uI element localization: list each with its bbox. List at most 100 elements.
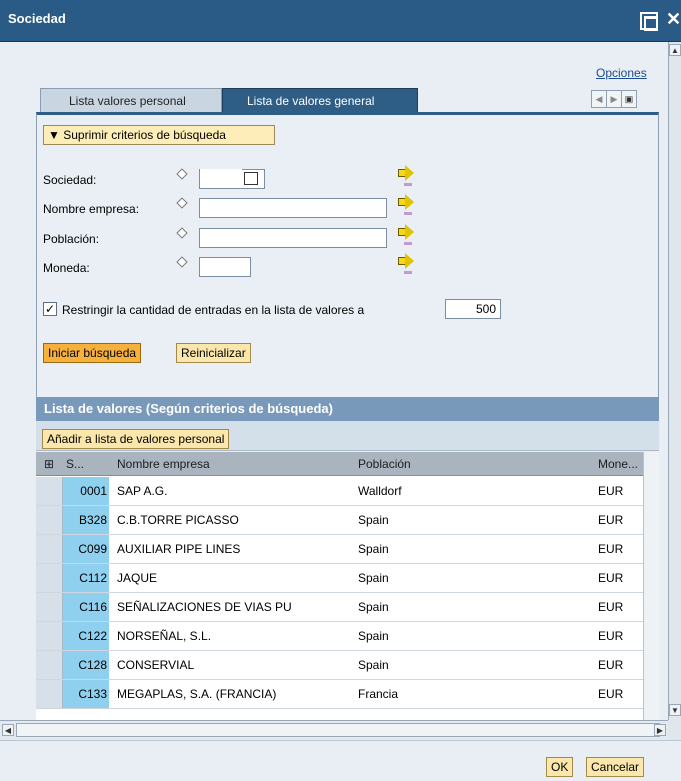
horizontal-scrollbar[interactable]: ◀ ▶ xyxy=(0,720,668,740)
currency-input[interactable] xyxy=(199,257,251,277)
field-label-company-name: Nombre empresa: xyxy=(43,202,140,216)
cell-currency[interactable]: EUR xyxy=(598,477,623,505)
cancel-button[interactable]: Cancelar xyxy=(586,757,645,777)
optional-diamond-icon xyxy=(176,168,188,180)
cell-city[interactable]: Spain xyxy=(358,622,389,650)
tab-personal-list[interactable]: Lista valores personal xyxy=(40,88,222,112)
cell-company-name[interactable]: NORSEÑAL, S.L. xyxy=(117,622,211,650)
f4-help-icon[interactable] xyxy=(244,172,258,185)
multiple-selection-arrow-icon[interactable] xyxy=(396,252,414,274)
column-header-company-name[interactable]: Nombre empresa xyxy=(117,452,210,476)
optional-diamond-icon xyxy=(176,197,188,209)
table-vertical-scrollbar[interactable] xyxy=(643,452,659,720)
results-header: Lista de valores (Según criterios de bús… xyxy=(36,397,659,421)
row-selector[interactable] xyxy=(36,477,63,505)
cell-company-name[interactable]: SEÑALIZACIONES DE VIAS PU xyxy=(117,593,292,621)
column-header-currency[interactable]: Mone... xyxy=(598,452,638,476)
cell-company-name[interactable]: MEGAPLAS, S.A. (FRANCIA) xyxy=(117,680,276,708)
cell-city[interactable]: Walldorf xyxy=(358,477,402,505)
scroll-up-icon[interactable]: ▲ xyxy=(669,44,681,56)
cell-code[interactable]: 0001 xyxy=(63,477,109,505)
table-row[interactable]: 0001 SAP A.G. Walldorf EUR xyxy=(36,477,659,506)
row-selector[interactable] xyxy=(36,506,63,534)
max-entries-input[interactable] xyxy=(445,299,501,319)
cell-city[interactable]: Spain xyxy=(358,651,389,679)
row-selector[interactable] xyxy=(36,593,63,621)
cell-code[interactable]: C099 xyxy=(63,535,109,563)
reset-button[interactable]: Reinicializar xyxy=(176,343,251,363)
cell-code[interactable]: B328 xyxy=(63,506,109,534)
tab-next-icon[interactable]: ▶ xyxy=(606,90,622,108)
scroll-down-icon[interactable]: ▼ xyxy=(669,704,681,716)
table-row[interactable]: C116 SEÑALIZACIONES DE VIAS PU Spain EUR xyxy=(36,593,659,622)
restrict-label: Restringir la cantidad de entradas en la… xyxy=(62,303,365,317)
add-to-personal-list-button[interactable]: Añadir a lista de valores personal xyxy=(42,429,230,449)
cell-company-name[interactable]: JAQUE xyxy=(117,564,157,592)
tab-general-list[interactable]: Lista de valores general xyxy=(222,88,418,112)
multiple-selection-arrow-icon[interactable] xyxy=(396,193,414,215)
close-icon[interactable]: ✕ xyxy=(666,9,681,30)
scroll-left-icon[interactable]: ◀ xyxy=(2,724,14,736)
company-input[interactable] xyxy=(200,169,242,187)
maximize-button[interactable] xyxy=(640,12,658,31)
cell-city[interactable]: Spain xyxy=(358,593,389,621)
cell-city[interactable]: Francia xyxy=(358,680,398,708)
table-row[interactable]: C112 JAQUE Spain EUR xyxy=(36,564,659,593)
table-settings-icon[interactable]: ⊞ xyxy=(44,452,54,476)
cell-city[interactable]: Spain xyxy=(358,506,389,534)
row-selector[interactable] xyxy=(36,535,63,563)
company-name-input[interactable] xyxy=(199,198,387,218)
table-row[interactable]: C133 MEGAPLAS, S.A. (FRANCIA) Francia EUR xyxy=(36,680,659,709)
ok-button[interactable]: OK xyxy=(546,757,574,777)
tab-list-icon[interactable]: ▣ xyxy=(621,90,637,108)
cell-code[interactable]: C133 xyxy=(63,680,109,708)
table-row[interactable]: C122 NORSEÑAL, S.L. Spain EUR xyxy=(36,622,659,651)
cell-currency[interactable]: EUR xyxy=(598,564,623,592)
multiple-selection-arrow-icon[interactable] xyxy=(396,164,414,186)
row-selector[interactable] xyxy=(36,680,63,708)
cell-code[interactable]: C112 xyxy=(63,564,109,592)
table-row[interactable]: C128 CONSERVIAL Spain EUR xyxy=(36,651,659,680)
start-search-button[interactable]: Iniciar búsqueda xyxy=(43,343,142,363)
field-label-city: Población: xyxy=(43,232,100,246)
table-header: ⊞ S... Nombre empresa Población Mone... xyxy=(36,452,659,476)
column-header-city[interactable]: Población xyxy=(358,452,411,476)
row-selector[interactable] xyxy=(36,564,63,592)
cell-currency[interactable]: EUR xyxy=(598,680,623,708)
cell-currency[interactable]: EUR xyxy=(598,651,623,679)
cell-company-name[interactable]: C.B.TORRE PICASSO xyxy=(117,506,239,534)
cell-company-name[interactable]: AUXILIAR PIPE LINES xyxy=(117,535,240,563)
city-input[interactable] xyxy=(199,228,387,248)
multiple-selection-arrow-icon[interactable] xyxy=(396,223,414,245)
scroll-right-icon[interactable]: ▶ xyxy=(654,724,666,736)
cell-city[interactable]: Spain xyxy=(358,535,389,563)
column-header-code[interactable]: S... xyxy=(66,452,84,476)
suppress-criteria-toggle[interactable]: ▼ Suprimir criterios de búsqueda xyxy=(43,125,275,145)
cell-code[interactable]: C122 xyxy=(63,622,109,650)
cell-city[interactable]: Spain xyxy=(358,564,389,592)
cell-code[interactable]: C116 xyxy=(63,593,109,621)
restrict-checkbox[interactable]: ✓ xyxy=(43,302,57,316)
suppress-criteria-label: Suprimir criterios de búsqueda xyxy=(63,128,226,142)
tab-navigation: ◀ ▶ ▣ xyxy=(591,90,637,108)
cell-currency[interactable]: EUR xyxy=(598,535,623,563)
cell-code[interactable]: C128 xyxy=(63,651,109,679)
scroll-thumb[interactable] xyxy=(16,723,660,737)
cell-company-name[interactable]: SAP A.G. xyxy=(117,477,167,505)
company-input-wrapper xyxy=(199,169,265,189)
results-toolbar: Añadir a lista de valores personal xyxy=(36,421,659,451)
cell-currency[interactable]: EUR xyxy=(598,622,623,650)
optional-diamond-icon xyxy=(176,256,188,268)
tab-prev-icon[interactable]: ◀ xyxy=(591,90,607,108)
row-selector[interactable] xyxy=(36,622,63,650)
cell-company-name[interactable]: CONSERVIAL xyxy=(117,651,194,679)
options-link[interactable]: Opciones xyxy=(596,66,647,80)
cell-currency[interactable]: EUR xyxy=(598,506,623,534)
table-row[interactable]: C099 AUXILIAR PIPE LINES Spain EUR xyxy=(36,535,659,564)
table-body: 0001 SAP A.G. Walldorf EUR B328 C.B.TORRE PIC… xyxy=(36,477,659,720)
optional-diamond-icon xyxy=(176,227,188,239)
table-row[interactable]: B328 C.B.TORRE PICASSO Spain EUR xyxy=(36,506,659,535)
row-selector[interactable] xyxy=(36,651,63,679)
cell-currency[interactable]: EUR xyxy=(598,593,623,621)
window-vertical-scrollbar[interactable]: ▲ ▼ xyxy=(668,42,681,720)
